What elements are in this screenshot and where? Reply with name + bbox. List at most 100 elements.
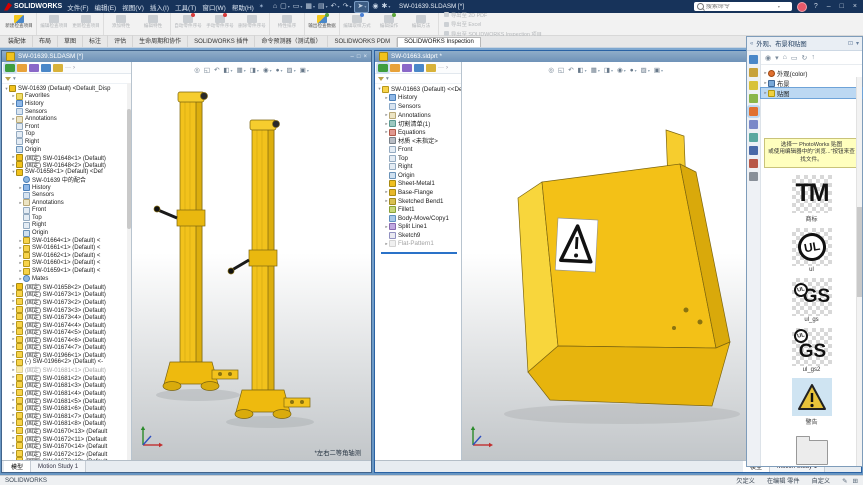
tree-item[interactable]: ▾SW-01663 (Default) <<Default>_Di: [375, 85, 461, 94]
ribbon-tab[interactable]: SOLIDWORKS Inspection: [397, 37, 481, 47]
help-icon[interactable]: ?: [812, 3, 820, 10]
dropdown-icon[interactable]: ▾: [364, 2, 366, 12]
home-icon[interactable]: ⌂: [273, 2, 277, 12]
custom-properties-icon[interactable]: [749, 120, 758, 129]
ribbon-button[interactable]: 编辑操作: [374, 14, 404, 34]
tree-item[interactable]: Top: [2, 131, 131, 139]
tree-item[interactable]: Top: [375, 154, 461, 163]
tree-item[interactable]: ▸SW-01659<1> (Default) <: [2, 267, 131, 275]
undo-icon[interactable]: ↶▾: [331, 2, 340, 12]
tree-item[interactable]: ▸Flat-Pattern1: [375, 240, 461, 249]
tree-item[interactable]: Front: [2, 207, 131, 215]
dropdown-icon[interactable]: ▾: [313, 2, 315, 12]
ribbon-tab[interactable]: 命令预测器（测试版）: [255, 35, 328, 47]
decal-thumbnail[interactable]: 警告: [792, 378, 832, 426]
ribbon-tab[interactable]: SOLIDWORKS PDM: [328, 38, 397, 47]
dropdown-icon[interactable]: ▾: [349, 2, 351, 12]
tree-item[interactable]: ▸(固定) SW-01672<13> (Default: [2, 457, 131, 460]
tree-item[interactable]: ▸Split Line1: [375, 223, 461, 232]
home-icon[interactable]: ⌂: [783, 54, 787, 61]
configuration-manager-tab[interactable]: [402, 64, 412, 72]
tree-item[interactable]: ▸Sketched Bend1: [375, 197, 461, 206]
tree-item[interactable]: ▸Annotations: [2, 199, 131, 207]
design-library-icon[interactable]: [749, 68, 758, 77]
up-icon[interactable]: ↑: [811, 54, 815, 61]
tree-item[interactable]: ▸Favorites: [2, 93, 131, 101]
new-folder-icon[interactable]: ▭: [791, 54, 798, 62]
options-icon[interactable]: ✱▾: [381, 2, 390, 12]
overflow-tab[interactable]: ···: [65, 64, 71, 72]
model-tab[interactable]: 模型: [4, 461, 31, 472]
feature-manager-tab[interactable]: [378, 64, 388, 72]
status-units[interactable]: 自定义: [812, 476, 831, 485]
model-tab[interactable]: Motion Study 1: [31, 461, 86, 472]
add-appearance-icon[interactable]: ◉: [765, 54, 771, 62]
ribbon-tab[interactable]: 草图: [58, 35, 83, 47]
ribbon-button[interactable]: 手动零件序号: [205, 14, 235, 34]
command-search[interactable]: ▾: [694, 2, 792, 11]
save-icon[interactable]: ▦▾: [305, 2, 315, 12]
minimize-button[interactable]: –: [825, 3, 833, 10]
dropdown-icon[interactable]: ▾: [388, 2, 390, 12]
doc-minimize-button[interactable]: –: [351, 54, 354, 60]
tree-item[interactable]: ▸Base-Flange: [375, 188, 461, 197]
tree-item[interactable]: ▸布景: [761, 78, 862, 88]
tree-item[interactable]: Sensors: [2, 108, 131, 116]
ribbon-tab[interactable]: SOLIDWORKS 插件: [188, 35, 255, 47]
menu-item[interactable]: 帮助(H): [232, 2, 254, 12]
tree-item[interactable]: Right: [375, 162, 461, 171]
feature-manager-tab[interactable]: [5, 64, 15, 72]
tree-item[interactable]: Top: [2, 214, 131, 222]
overflow-tab[interactable]: ···: [438, 64, 444, 72]
ribbon-button[interactable]: 添加特性: [106, 14, 136, 34]
tree-item[interactable]: ▾SW-01639 (Default) <Default_Disp: [2, 85, 131, 93]
electrical-icon[interactable]: [749, 172, 758, 181]
ribbon-tab[interactable]: 装配体: [2, 35, 33, 47]
collapse-icon[interactable]: «: [750, 41, 753, 47]
menu-pin-icon[interactable]: ✶: [259, 3, 264, 10]
ribbon-button[interactable]: 特性排序: [272, 14, 302, 34]
tree-item[interactable]: Fillet1: [375, 205, 461, 214]
assembly-model[interactable]: [132, 62, 371, 454]
task-pane-scrollbar[interactable]: [856, 77, 862, 466]
close-button[interactable]: ×: [851, 3, 859, 10]
decal-thumbnail[interactable]: ULGSul_gs: [792, 278, 832, 323]
tree-item[interactable]: Sheet-Metal1: [375, 180, 461, 189]
refresh-icon[interactable]: ↻: [801, 54, 807, 62]
tree-item[interactable]: ▸(固定) SW-01966<1> (Default): [2, 351, 131, 359]
tree-item[interactable]: Sketch9: [375, 231, 461, 240]
tree-item[interactable]: Origin: [2, 229, 131, 237]
panes-icon[interactable]: ⊞: [853, 477, 858, 485]
tree-item[interactable]: ▸(固定) SW-01648<2> (Default): [2, 161, 131, 169]
ribbon-button[interactable]: 新建检查项目: [4, 14, 34, 34]
maximize-button[interactable]: □: [838, 3, 846, 10]
menu-item[interactable]: 插入(I): [150, 2, 169, 12]
decal-thumbnail[interactable]: ULGSul_gs2: [792, 328, 832, 373]
tree-item[interactable]: ▸Annotations: [375, 111, 461, 120]
ribbon-button[interactable]: 自动零件序号: [173, 14, 203, 34]
menu-icon[interactable]: ▾: [856, 40, 859, 47]
tree-item[interactable]: ▸Equations: [375, 128, 461, 137]
tree-item[interactable]: ▸外观(color): [761, 68, 862, 78]
display-manager-tab[interactable]: [426, 64, 436, 72]
tree-filter[interactable]: ▾: [375, 74, 461, 84]
tree-item[interactable]: ▸History: [375, 94, 461, 103]
ribbon-tab[interactable]: 布局: [33, 35, 58, 47]
ribbon-tab[interactable]: 标注: [83, 35, 108, 47]
assembly-window-titlebar[interactable]: SW-01639.SLDASM [*] – □ ×: [2, 51, 371, 62]
dropdown-icon[interactable]: ▾: [775, 54, 779, 62]
dropdown-icon[interactable]: ▾: [300, 2, 302, 12]
doc-close-button[interactable]: ×: [363, 54, 367, 60]
export-button[interactable]: 导出至 Excel: [444, 20, 542, 28]
dimxpert-manager-tab[interactable]: [41, 64, 51, 72]
filter-dropdown-icon[interactable]: ▾: [386, 76, 389, 82]
tree-item[interactable]: ▸SW-01662<1> (Default) <: [2, 252, 131, 260]
select-icon[interactable]: ➤▾: [354, 1, 369, 13]
menu-item[interactable]: 编辑(E): [95, 2, 117, 12]
tree-item[interactable]: Front: [2, 123, 131, 131]
tree-item[interactable]: Sensors: [2, 191, 131, 199]
new-document-icon[interactable]: ▢▾: [280, 2, 290, 12]
search-dropdown-icon[interactable]: ▾: [778, 4, 780, 9]
inspection-icon[interactable]: [749, 159, 758, 168]
ribbon-tab[interactable]: 生命周期和协作: [133, 35, 188, 47]
